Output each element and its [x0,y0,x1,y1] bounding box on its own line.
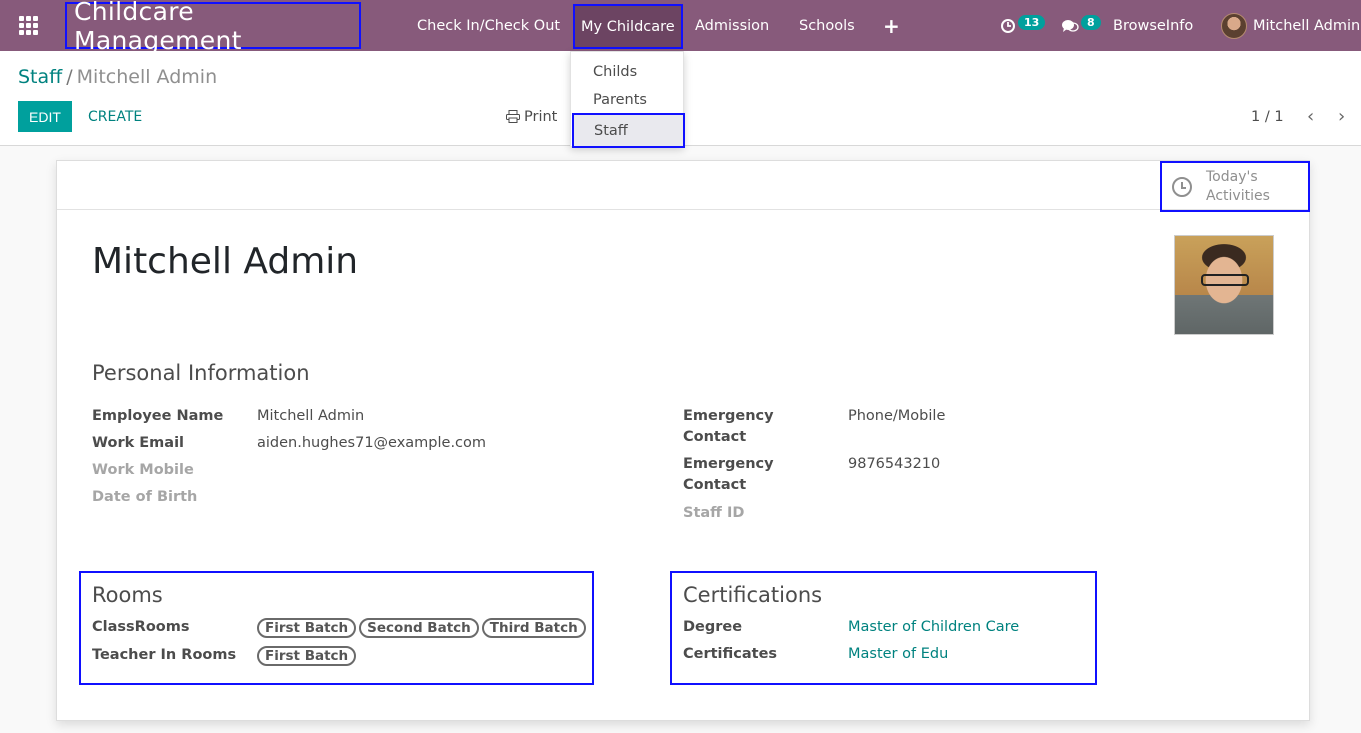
certificates-link[interactable]: Master of Edu [848,646,948,662]
form-sheet: Today's Activities Mitchell Admin Person… [56,160,1310,721]
dropdown-item-childs[interactable]: Childs [593,64,637,80]
menu-my-childcare[interactable]: My Childcare [573,4,683,49]
todays-activities-button[interactable]: Today's Activities [1160,161,1310,212]
user-avatar [1221,12,1247,39]
pager-previous-chevron-left-icon[interactable]: ‹ [1307,101,1314,132]
field-label-staff-id: Staff ID [683,505,745,521]
print-icon [506,110,520,123]
classrooms-label: ClassRooms [92,619,190,635]
field-label-work-mobile: Work Mobile [92,462,194,478]
messaging-systray[interactable]: 8 [1061,0,1101,51]
field-label-employee-name: Employee Name [92,408,224,424]
menu-check-in-out[interactable]: Check In/Check Out [417,0,560,51]
my-childcare-dropdown: Childs Parents Staff [570,51,685,148]
pager-next-chevron-right-icon[interactable]: › [1338,101,1345,132]
company-switcher[interactable]: BrowseInfo [1113,0,1193,51]
rooms-title: Rooms [92,583,163,607]
clock-icon [1172,176,1192,197]
certifications-title: Certifications [683,583,823,607]
dropdown-item-parents[interactable]: Parents [593,92,647,108]
app-brand[interactable]: Childcare Management [65,0,361,55]
breadcrumb-staff-link[interactable]: Staff [18,66,62,88]
field-value-emergency-contact-2: 9876543210 [848,456,941,472]
todays-activities-label: Today's Activities [1206,168,1270,204]
teacher-room-tag[interactable]: First Batch [257,646,357,666]
pager-value[interactable]: 1 / 1 [1251,101,1284,132]
top-navbar: Childcare Management Check In/Check Out … [0,0,1361,55]
classroom-tag[interactable]: Second Batch [359,618,479,638]
field-value-emergency-contact-1: Phone/Mobile [848,408,946,424]
classrooms-tags: First Batch Second Batch Third Batch [257,618,586,638]
message-count-badge: 8 [1081,15,1101,30]
certificates-label: Certificates [683,646,778,662]
breadcrumb: Staff / Mitchell Admin [18,66,217,88]
personal-info-title: Personal Information [92,361,310,385]
classroom-tag[interactable]: First Batch [257,618,357,638]
chat-bubbles-icon [1062,19,1079,32]
apps-menu-icon[interactable] [16,0,40,51]
menu-admission[interactable]: Admission [695,0,769,51]
print-label: Print [524,108,558,125]
smart-button-box [57,161,1309,210]
dropdown-item-staff[interactable]: Staff [572,113,685,148]
degree-link[interactable]: Master of Children Care [848,619,1019,635]
employee-photo[interactable] [1174,235,1274,335]
menu-schools[interactable]: Schools [799,0,855,51]
teacher-rooms-tags: First Batch [257,646,357,666]
record-title: Mitchell Admin [92,241,359,282]
breadcrumb-current: Mitchell Admin [76,66,218,88]
field-label-work-email: Work Email [92,435,185,451]
teacher-in-rooms-label: Teacher In Rooms [92,647,237,663]
classroom-tag[interactable]: Third Batch [481,618,586,638]
field-label-emergency-contact-2: Emergency Contact [683,456,774,493]
field-label-emergency-contact-1: Emergency Contact [683,408,774,445]
field-value-work-email: aiden.hughes71@example.com [257,435,487,451]
edit-button[interactable]: EDIT [18,101,72,132]
user-menu[interactable]: Mitchell Admin [1221,0,1360,51]
activities-systray[interactable]: 13 [1000,0,1046,51]
create-button[interactable]: CREATE [88,101,142,132]
print-button[interactable]: Print [506,101,557,132]
activity-count-badge: 13 [1018,15,1046,30]
add-menu-plus-icon[interactable]: + [883,0,900,51]
degree-label: Degree [683,619,743,635]
activity-clock-icon [1001,18,1015,33]
field-value-employee-name: Mitchell Admin [257,408,365,424]
user-name: Mitchell Admin [1253,17,1361,34]
breadcrumb-separator: / [66,66,73,88]
field-label-date-of-birth: Date of Birth [92,489,198,505]
